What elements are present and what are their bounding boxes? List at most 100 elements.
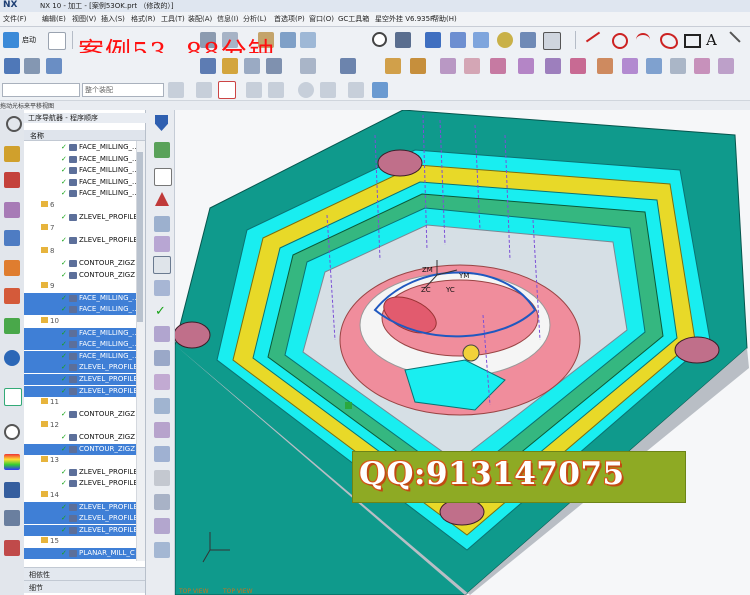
operation-row[interactable]: ✓ ZLEVEL_PROFILE	[24, 478, 136, 489]
op-list-icon-13[interactable]	[154, 542, 170, 558]
snap-icon[interactable]	[196, 82, 212, 98]
program-group-row[interactable]: 14	[24, 490, 136, 501]
spline-icon[interactable]	[660, 33, 678, 49]
line-icon[interactable]	[585, 31, 601, 43]
operation-row[interactable]: ✓ ZLEVEL_PROFILE	[24, 467, 136, 478]
operation-row[interactable]: ✓ CONTOUR_ZIGZ	[24, 432, 136, 443]
op-icon-3[interactable]	[490, 58, 506, 74]
op-icon-5[interactable]	[545, 58, 561, 74]
create-geometry-icon[interactable]	[46, 58, 62, 74]
web-icon[interactable]	[4, 350, 20, 366]
op-icon-1[interactable]	[440, 58, 456, 74]
zoom-icon[interactable]	[372, 32, 387, 47]
snap-end-icon[interactable]	[246, 82, 262, 98]
menu-star-plugin[interactable]: 星空外挂 V6.935F	[375, 14, 434, 24]
operation-row[interactable]: ✓ FACE_MILLING_...	[24, 350, 136, 362]
op-icon-9[interactable]	[646, 58, 662, 74]
op-list-icon-9[interactable]	[154, 446, 170, 462]
generate-path-icon[interactable]	[200, 58, 216, 74]
download-arrow-icon[interactable]	[155, 115, 168, 131]
reuse-library-icon[interactable]	[4, 260, 20, 276]
surface-icon[interactable]	[520, 32, 536, 48]
op-list-icon-3[interactable]	[154, 280, 170, 296]
sphere-icon[interactable]	[497, 32, 513, 48]
menu-assembly[interactable]: 装配(A)	[188, 14, 212, 24]
snap-center-icon[interactable]	[298, 82, 314, 98]
snap-view-icon[interactable]	[372, 82, 388, 98]
operation-row[interactable]: ✓ FACE_MILLING_...	[24, 177, 136, 188]
op-list-icon-12[interactable]	[154, 518, 170, 534]
gear-icon[interactable]	[6, 116, 22, 132]
program-group-row[interactable]: 6	[24, 200, 136, 211]
palette-icon[interactable]	[4, 388, 22, 406]
star-icon[interactable]	[153, 256, 171, 274]
start-icon[interactable]	[3, 32, 19, 48]
measure-icon[interactable]	[4, 482, 20, 498]
op-list-icon-1[interactable]	[154, 216, 170, 232]
operation-row[interactable]: ✓ CONTOUR_ZIGZ	[24, 409, 136, 420]
menu-window[interactable]: 窗口(O)	[309, 14, 334, 24]
snap-point-icon[interactable]	[218, 81, 236, 99]
navigator-scroll-thumb[interactable]	[137, 152, 143, 322]
operation-row[interactable]: ✓ ZLEVEL_PROFILE	[24, 362, 136, 374]
menu-format[interactable]: 格式(R)	[131, 14, 155, 24]
op-list-icon-7[interactable]	[154, 398, 170, 414]
menu-insert[interactable]: 插入(S)	[101, 14, 125, 24]
operation-row[interactable]: ✓ FACE_MILLING_...	[24, 165, 136, 176]
check-icon[interactable]: ✓	[155, 304, 166, 319]
program-group-row[interactable]: 15	[24, 536, 136, 547]
dimension-icon[interactable]	[729, 31, 741, 43]
snap-mid-icon[interactable]	[268, 82, 284, 98]
operation-row[interactable]: ✓ ZLEVEL_PROFILE	[24, 374, 136, 385]
start-label[interactable]: 启动	[22, 35, 36, 45]
operation-row[interactable]: ✓ CONTOUR_ZIGZ	[24, 258, 136, 269]
operation-row[interactable]: ✓ ZLEVEL_PROFILE	[24, 524, 136, 536]
pan-icon[interactable]	[395, 32, 411, 48]
sheet-icon[interactable]	[154, 168, 172, 186]
operation-row[interactable]: ✓ CONTOUR_ZIGZ	[24, 443, 136, 455]
op-icon-11[interactable]	[694, 58, 710, 74]
op-list-icon-4[interactable]	[154, 326, 170, 342]
fit-icon[interactable]	[280, 32, 296, 48]
operation-row[interactable]: ✓ ZLEVEL_PROFILE	[24, 385, 136, 397]
role-icon[interactable]	[4, 288, 20, 304]
filter-icon[interactable]	[168, 82, 184, 98]
program-group-row[interactable]: 11	[24, 397, 136, 408]
operation-row[interactable]: ✓ ZLEVEL_PROFILE	[24, 235, 136, 246]
scope-filter-select[interactable]: 整个装配	[82, 83, 164, 97]
menu-info[interactable]: 信息(I)	[217, 14, 239, 24]
snap-box-icon[interactable]	[320, 82, 336, 98]
text-icon[interactable]: A	[706, 31, 717, 49]
view-front-icon[interactable]	[473, 32, 489, 48]
op-icon-12[interactable]	[718, 58, 734, 74]
operation-row[interactable]: ✓ FACE_MILLING_...	[24, 188, 136, 199]
color-icon[interactable]	[4, 454, 20, 470]
operation-row[interactable]: ✓ FACE_MILLING_...	[24, 292, 136, 304]
background-icon[interactable]	[543, 32, 561, 50]
details-panel[interactable]: 细节	[24, 580, 145, 593]
menu-preferences[interactable]: 首选项(P)	[274, 14, 305, 24]
dependencies-panel[interactable]: 相依性	[24, 567, 145, 580]
op-icon-8[interactable]	[622, 58, 638, 74]
settings-icon[interactable]	[300, 58, 316, 74]
operation-row[interactable]: ✓ FACE_MILLING_...	[24, 327, 136, 339]
new-file-icon[interactable]	[48, 32, 66, 50]
op-list-icon-2[interactable]	[154, 236, 170, 252]
snap-quad-icon[interactable]	[348, 82, 364, 98]
operation-row[interactable]: ✓ PLANAR_MILL_C	[24, 548, 136, 559]
program-group-row[interactable]: 7	[24, 223, 136, 234]
menu-analysis[interactable]: 分析(L)	[243, 14, 266, 24]
op-icon-4[interactable]	[518, 58, 534, 74]
cam-model-view[interactable]: ZM YM ZC YC TOP VIEW TOP VIEW	[175, 110, 750, 595]
menu-gc-toolbox[interactable]: GC工具箱	[338, 14, 369, 24]
operation-navigator-icon[interactable]	[4, 146, 20, 162]
operation-row[interactable]: ✓ FACE_MILLING_...	[24, 154, 136, 165]
machine-tool-icon[interactable]	[4, 172, 20, 188]
graphics-window[interactable]: ZM YM ZC YC TOP VIEW TOP VIEW	[175, 110, 750, 595]
view-iso-icon[interactable]	[450, 32, 466, 48]
system-icon[interactable]	[4, 540, 20, 556]
operation-row[interactable]: ✓ FACE_MILLING_...	[24, 142, 136, 153]
operation-row[interactable]: ✓ ZLEVEL_PROFILE	[24, 501, 136, 513]
circle-icon[interactable]	[612, 33, 628, 49]
program-group-row[interactable]: 9	[24, 281, 136, 292]
